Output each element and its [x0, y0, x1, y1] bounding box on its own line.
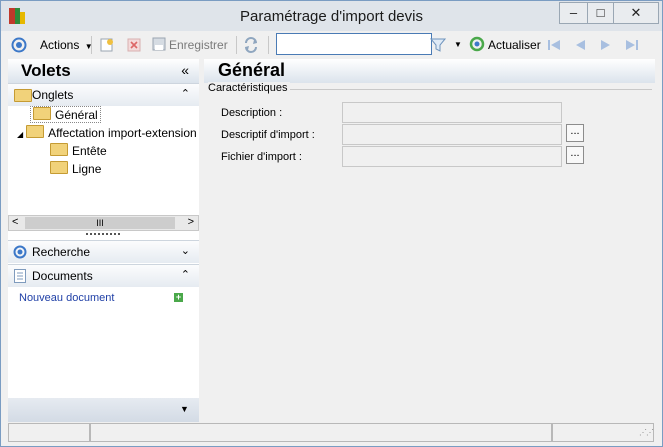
folder-icon — [26, 125, 45, 138]
folder-icon — [50, 161, 68, 174]
status-cell — [8, 423, 90, 442]
section-documents[interactable]: Documents ⌃ — [8, 264, 199, 287]
search-target-icon — [13, 245, 27, 259]
tree-item-label: Affectation import-extension — [48, 126, 197, 140]
new-record-icon[interactable] — [99, 37, 115, 53]
scroll-left-arrow[interactable]: < — [12, 216, 18, 228]
maximize-button[interactable]: □ — [587, 2, 614, 24]
import-file-label: Fichier d'import : — [221, 151, 302, 163]
description-field[interactable] — [342, 102, 562, 123]
section-documents-label: Documents — [32, 269, 93, 283]
group-label: Caractéristiques — [208, 82, 291, 94]
horizontal-scrollbar[interactable]: < III > — [8, 215, 199, 231]
next-record-icon[interactable] — [598, 37, 614, 53]
import-file-browse-button[interactable]: ... — [566, 146, 584, 164]
tree-item-label: Général — [55, 108, 98, 122]
section-onglets[interactable]: Onglets ⌃ — [8, 83, 199, 106]
folder-open-icon — [33, 107, 51, 120]
folder-icon — [14, 89, 32, 102]
side-panel-title: Volets — [21, 61, 71, 80]
tree-item-general[interactable]: Général — [30, 106, 101, 123]
actions-button[interactable]: Actions ▼ — [40, 36, 93, 54]
close-button[interactable]: ✕ — [613, 2, 659, 24]
previous-record-icon[interactable] — [572, 37, 588, 53]
delete-icon[interactable] — [126, 37, 142, 53]
resize-grip-icon[interactable]: ⋰⋰ — [639, 428, 654, 437]
minimize-button[interactable]: – — [559, 2, 588, 24]
section-recherche[interactable]: Recherche ⌄ — [8, 240, 199, 263]
main-content: Général Caractéristiques Description : D… — [204, 59, 655, 422]
save-label: Enregistrer — [169, 38, 228, 52]
description-label: Description : — [221, 107, 283, 119]
scroll-thumb[interactable]: III — [25, 217, 175, 229]
group-divider — [288, 89, 652, 90]
section-onglets-label: Onglets — [32, 88, 74, 102]
save-icon — [152, 37, 166, 51]
chevron-up-icon: ⌃ — [180, 269, 190, 281]
refresh-label: Actualiser — [488, 38, 541, 52]
main-header: Général — [204, 59, 655, 83]
toolbar: Actions ▼ Enregistrer ▼ Actualiser — [6, 32, 657, 58]
target-icon[interactable] — [11, 37, 27, 53]
toolbar-separator — [91, 36, 92, 54]
tree-item-label: Entête — [72, 144, 107, 158]
status-bar: ⋰⋰ — [6, 422, 657, 442]
tree-item-entete[interactable]: Entête — [50, 143, 107, 158]
import-descriptor-field[interactable] — [342, 124, 562, 145]
import-descriptor-browse-button[interactable]: ... — [566, 124, 584, 142]
actions-label: Actions — [40, 38, 80, 52]
chevron-up-icon: ⌃ — [180, 88, 190, 100]
import-file-field[interactable] — [342, 146, 562, 167]
filter-icon[interactable] — [430, 37, 446, 53]
side-panel: Volets « Onglets ⌃ Général ◢ Affectation … — [8, 59, 199, 422]
import-descriptor-label: Descriptif d'import : — [221, 129, 315, 141]
collapse-panel-button[interactable]: « — [181, 62, 189, 78]
expand-arrow-icon[interactable]: ◢ — [17, 130, 23, 139]
add-document-icon[interactable]: + — [174, 293, 183, 302]
tree-item-ligne[interactable]: Ligne — [50, 161, 101, 176]
new-document-link[interactable]: Nouveau document — [19, 292, 114, 304]
status-cell — [90, 423, 552, 442]
refresh-button[interactable]: Actualiser — [469, 36, 541, 54]
main-title: Général — [218, 60, 286, 80]
side-panel-header: Volets « — [8, 59, 199, 83]
window: Paramétrage d'import devis – □ ✕ Actions… — [0, 0, 663, 447]
filter-dropdown-icon[interactable]: ▼ — [454, 36, 462, 54]
panel-footer: ▼ — [8, 398, 199, 422]
search-input[interactable] — [276, 33, 432, 55]
section-recherche-label: Recherche — [32, 245, 91, 259]
refresh-icon — [469, 36, 485, 52]
save-button[interactable]: Enregistrer — [152, 36, 228, 54]
toolbar-separator — [236, 36, 237, 54]
document-icon — [14, 269, 26, 283]
toolbar-separator — [268, 36, 269, 54]
tree-item-affectation[interactable]: ◢ Affectation import-extension — [17, 125, 197, 140]
scroll-right-arrow[interactable]: > — [188, 216, 194, 228]
sync-icon[interactable] — [243, 37, 259, 53]
chevron-down-icon: ⌄ — [180, 245, 190, 257]
tree-item-label: Ligne — [72, 162, 102, 176]
panel-menu-arrow-icon[interactable]: ▼ — [180, 404, 189, 414]
splitter-handle[interactable] — [86, 233, 120, 238]
folder-icon — [50, 143, 68, 156]
first-record-icon[interactable] — [546, 37, 562, 53]
last-record-icon[interactable] — [624, 37, 640, 53]
title-bar: Paramétrage d'import devis – □ ✕ — [1, 1, 662, 31]
